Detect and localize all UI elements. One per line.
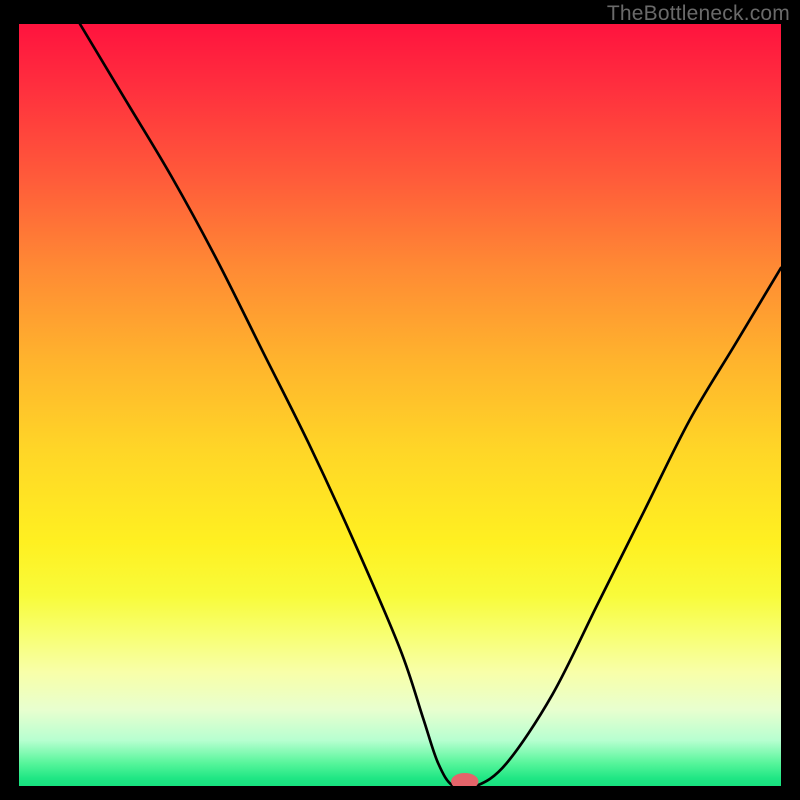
watermark-text: TheBottleneck.com	[607, 2, 790, 26]
optimal-marker	[451, 773, 478, 786]
bottleneck-curve-layer	[19, 24, 781, 786]
bottleneck-curve-path	[80, 24, 781, 786]
plot-area	[19, 24, 781, 786]
curve-svg	[19, 24, 781, 786]
chart-frame: TheBottleneck.com	[0, 0, 800, 800]
